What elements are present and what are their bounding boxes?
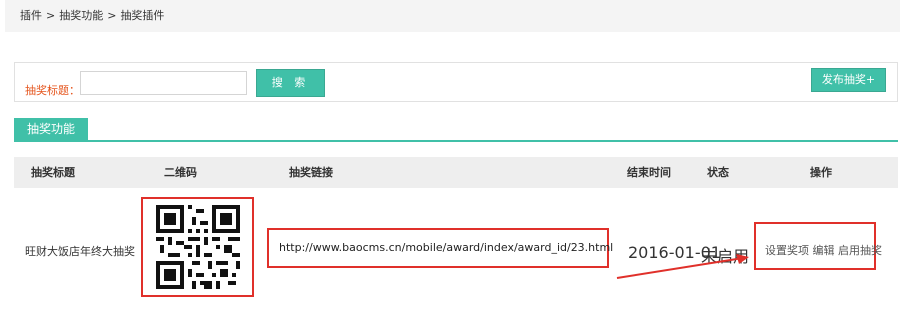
column-header-title: 抽奖标题: [31, 166, 75, 179]
column-header-end-time: 结束时间: [627, 166, 671, 179]
arrow-icon: [616, 254, 749, 279]
search-button[interactable]: 搜 索: [256, 69, 325, 97]
qrcode-image: [155, 205, 240, 289]
breadcrumb: 插件 > 抽奖功能 > 抽奖插件: [5, 0, 900, 32]
section-tab-lottery-function[interactable]: 抽奖功能: [14, 118, 88, 140]
search-bar: 抽奖标题： 搜 索 发布抽奖+: [14, 62, 898, 102]
breadcrumb-item-lottery-plugin[interactable]: 抽奖插件: [120, 9, 164, 22]
row-title: 旺财大饭店年终大抽奖: [25, 245, 135, 258]
set-prizes-link[interactable]: 设置奖项: [765, 244, 809, 257]
search-label: 抽奖标题：: [25, 84, 80, 97]
column-header-ops: 操作: [810, 166, 832, 179]
edit-link[interactable]: 编辑: [813, 244, 835, 257]
column-header-status: 状态: [707, 166, 729, 179]
breadcrumb-separator: >: [46, 9, 56, 22]
publish-lottery-button[interactable]: 发布抽奖+: [811, 68, 886, 92]
qrcode-highlight-box: [141, 197, 254, 297]
breadcrumb-separator: >: [107, 9, 117, 22]
section-header: 抽奖功能: [14, 118, 898, 142]
enable-lottery-link[interactable]: 启用抽奖: [838, 244, 882, 257]
breadcrumb-item-plugins[interactable]: 插件: [20, 9, 42, 22]
column-header-qrcode: 二维码: [164, 166, 197, 179]
table-header: 抽奖标题 二维码 抽奖链接 结束时间 状态 操作: [14, 157, 898, 188]
column-header-link: 抽奖链接: [289, 166, 333, 179]
lottery-link[interactable]: http://www.baocms.cn/mobile/award/index/…: [279, 241, 613, 254]
row-ops: 设置奖项 编辑 启用抽奖: [765, 242, 882, 258]
search-input[interactable]: [80, 71, 247, 95]
lottery-link-highlight-box: http://www.baocms.cn/mobile/award/index/…: [267, 228, 613, 268]
breadcrumb-item-lottery-function[interactable]: 抽奖功能: [59, 9, 103, 22]
